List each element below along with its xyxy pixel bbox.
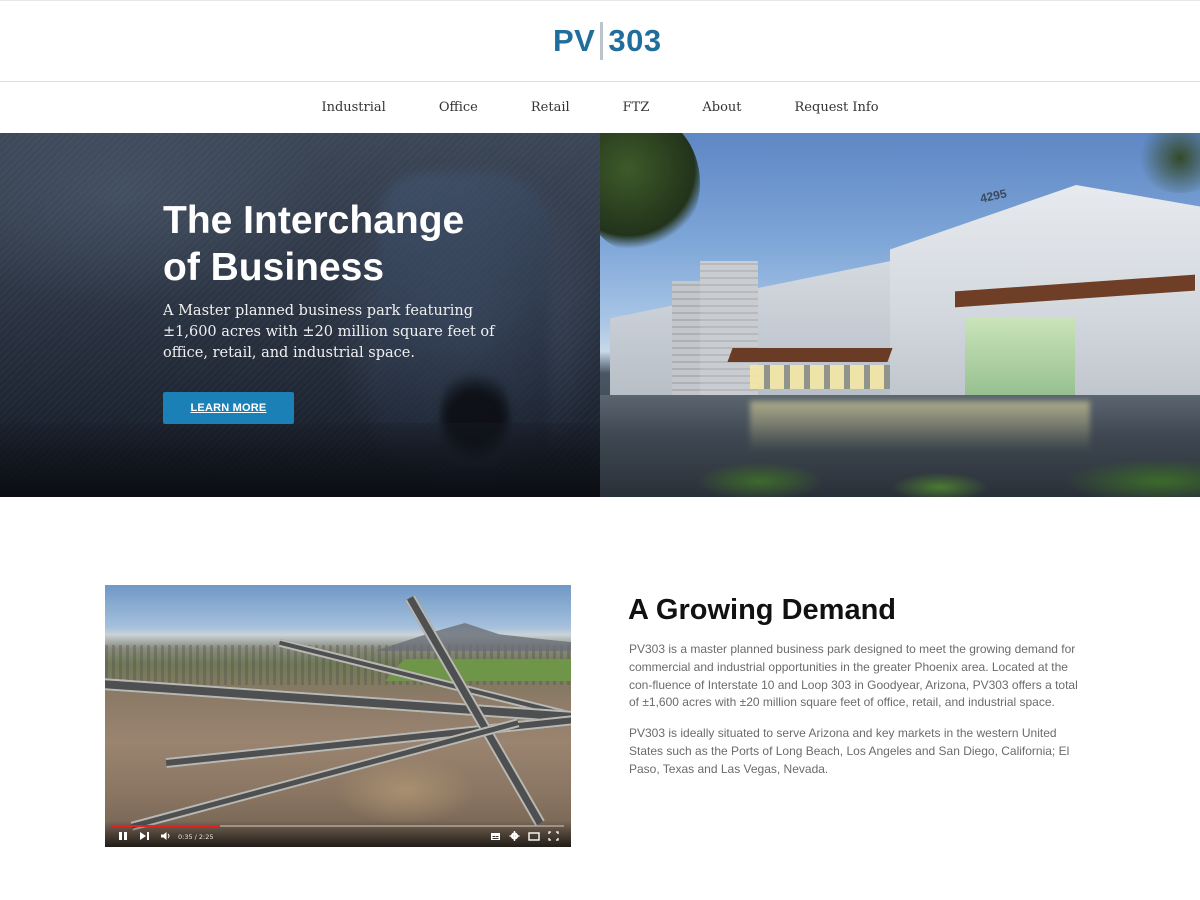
- glass-lobby: [965, 318, 1075, 396]
- logo-text-pv: PV: [553, 23, 596, 58]
- hero-building-photo: 4295: [600, 133, 1200, 497]
- hero-section: The Interchange of Business A Master pla…: [0, 133, 1200, 497]
- hero-title: The Interchange of Business: [163, 197, 523, 291]
- tree-left: [600, 133, 700, 253]
- nav-item-about[interactable]: About: [702, 100, 741, 115]
- aerial-video-player[interactable]: 0:35 / 2:25: [105, 585, 571, 847]
- tree-right: [1135, 133, 1200, 193]
- theater-icon[interactable]: [528, 831, 540, 845]
- logo-divider: [600, 22, 604, 60]
- section-title: A Growing Demand: [628, 594, 896, 626]
- building-number: 4295: [978, 186, 1008, 206]
- section-paragraph-2: PV303 is ideally situated to serve Arizo…: [629, 726, 1070, 776]
- section-paragraph-1: PV303 is a master planned business park …: [629, 642, 1078, 710]
- volume-icon[interactable]: [160, 831, 171, 845]
- settings-icon[interactable]: [509, 831, 520, 845]
- pool-reflection: [750, 401, 1090, 451]
- nav-item-office[interactable]: Office: [439, 100, 478, 115]
- lit-windows: [750, 365, 890, 389]
- nav-item-request-info[interactable]: Request Info: [795, 100, 879, 115]
- captions-icon[interactable]: [490, 831, 501, 845]
- nav-item-retail[interactable]: Retail: [531, 100, 570, 115]
- nav-item-industrial[interactable]: Industrial: [321, 100, 385, 115]
- hero-title-line2: of Business: [163, 246, 385, 289]
- site-header: PV 303: [0, 0, 1200, 82]
- mountain-range: [375, 623, 571, 651]
- learn-more-button[interactable]: LEARN MORE: [163, 392, 294, 424]
- landscape-shrubs: [640, 451, 1200, 497]
- pv303-logo[interactable]: PV 303: [553, 21, 662, 61]
- main-nav: Industrial Office Retail FTZ About Reque…: [0, 82, 1200, 133]
- video-time: 0:35 / 2:25: [178, 833, 214, 841]
- hero-subtitle: A Master planned business park featuring…: [163, 303, 495, 361]
- pause-icon[interactable]: [118, 831, 128, 845]
- fullscreen-icon[interactable]: [548, 831, 559, 845]
- video-progress-fill: [112, 825, 221, 827]
- hero-title-line1: The Interchange: [163, 199, 465, 242]
- nav-item-ftz[interactable]: FTZ: [623, 100, 650, 115]
- next-icon[interactable]: [139, 831, 150, 845]
- wood-canopy-left: [727, 348, 893, 362]
- road-shadow: [0, 423, 600, 497]
- hero-truck-background: The Interchange of Business A Master pla…: [0, 133, 600, 497]
- logo-text-303: 303: [608, 23, 662, 58]
